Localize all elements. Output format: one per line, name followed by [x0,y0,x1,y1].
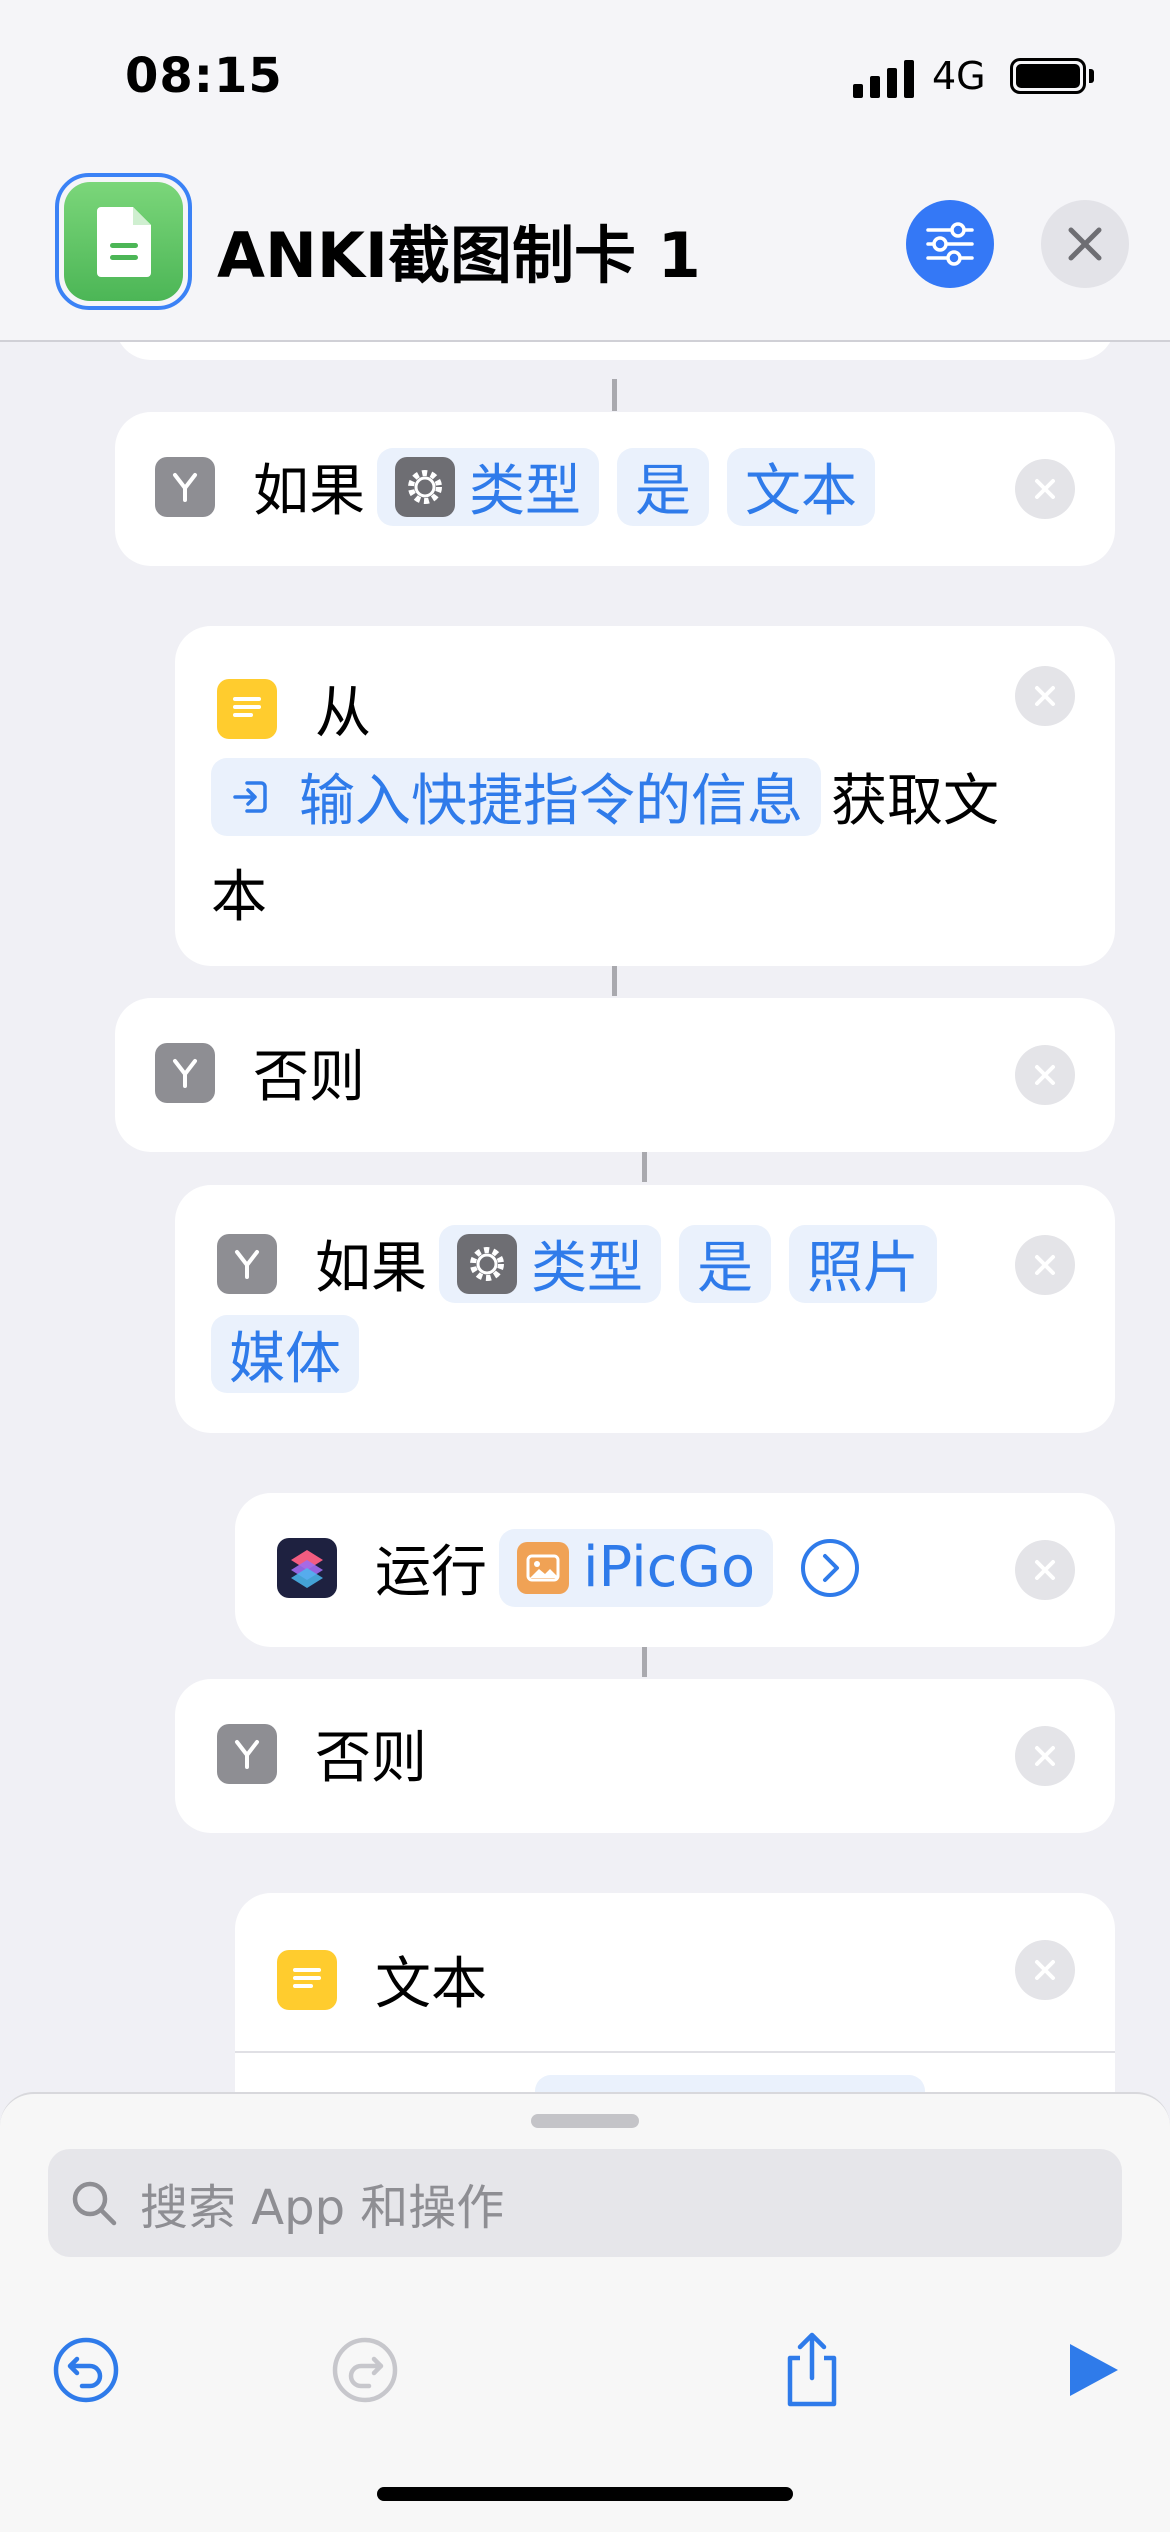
photo-icon [517,1541,569,1594]
if-card-1[interactable]: 如果 类型 是 文本 [115,412,1115,566]
battery-tip [1089,69,1094,83]
battery-icon [1010,58,1086,94]
get-text-suffix: 获取文 [831,769,999,834]
remove-action-button[interactable] [1015,1045,1075,1105]
shortcut-icon-button[interactable] [55,173,192,310]
otherwise-keyword: 否则 [253,1045,365,1110]
close-icon [1035,1960,1055,1980]
branch-icon [155,456,215,517]
text-keyword: 文本 [375,1952,487,2017]
status-bar: 08:15 4G [0,0,1170,160]
search-input[interactable]: 搜索 App 和操作 [48,2149,1122,2257]
share-button[interactable] [772,2330,852,2410]
run-shortcut-card[interactable]: 运行 iPicGo [235,1493,1115,1647]
workflow-canvas[interactable]: 如果 类型 是 文本 从 输入快捷指令的信息 获取文 本 否则 如果 类型 是 … [0,342,1170,2092]
undo-icon [53,2337,119,2403]
remove-action-button[interactable] [1015,1235,1075,1295]
run-keyword: 运行 [375,1540,487,1605]
otherwise-card-1[interactable]: 否则 [115,998,1115,1152]
operator-token[interactable]: 是 [617,447,709,526]
sliders-icon [926,222,974,266]
chevron-right-circle-icon[interactable] [799,1537,861,1599]
branch-icon [155,1042,215,1103]
if-keyword: 如果 [253,459,365,524]
close-icon [1035,1560,1055,1580]
otherwise-card-2[interactable]: 否则 [175,1679,1115,1833]
if-keyword: 如果 [315,1236,427,1301]
remove-action-button[interactable] [1015,666,1075,726]
operator-token[interactable]: 是 [679,1224,771,1303]
home-indicator [377,2487,793,2501]
input-arrow-icon [233,780,267,813]
remove-action-button[interactable] [1015,1726,1075,1786]
if-card-2[interactable]: 如果 类型 是 照片 媒体 [175,1185,1115,1433]
remove-action-button[interactable] [1015,459,1075,519]
search-icon [72,2181,117,2226]
close-icon [1035,686,1055,706]
settings-button[interactable] [906,200,994,288]
shortcut-input-token[interactable]: 输入快捷指令的信息 [211,757,821,836]
share-icon [787,2332,837,2407]
branch-icon [217,1723,277,1784]
redo-button[interactable] [325,2330,405,2410]
close-icon [1035,1746,1055,1766]
close-icon [1035,1255,1055,1275]
value-token[interactable]: 文本 [727,447,875,526]
close-icon [1068,227,1102,261]
gear-icon [395,456,455,517]
text-card[interactable]: 文本 [235,1893,1115,2092]
text-doc-icon [217,678,277,739]
remove-action-button[interactable] [1015,1540,1075,1600]
type-token[interactable]: 类型 [439,1224,661,1303]
value-token-continued[interactable]: 媒体 [211,1315,359,1393]
shortcut-token[interactable]: iPicGo [499,1528,774,1607]
type-token[interactable]: 类型 [377,447,599,526]
connector-line [642,1647,647,1677]
shortcut-header: ANKI截图制卡 1 [0,160,1170,342]
sheet-grabber[interactable] [531,2114,639,2128]
otherwise-keyword: 否则 [315,1726,427,1791]
play-icon [1070,2344,1118,2396]
close-icon [1035,1065,1055,1085]
document-icon [64,182,183,301]
close-icon [1035,479,1055,499]
redo-icon [332,2337,398,2403]
connector-line [612,966,617,996]
get-text-suffix-2: 本 [211,865,267,930]
remove-action-button[interactable] [1015,1940,1075,2000]
value-token[interactable]: 照片 [789,1224,937,1303]
text-doc-icon [277,1949,337,2010]
close-button[interactable] [1041,200,1129,288]
branch-icon [217,1233,277,1294]
signal-icon [853,58,915,98]
run-button[interactable] [1052,2330,1132,2410]
gear-icon [457,1233,517,1294]
shortcuts-app-icon [277,1537,337,1598]
shortcut-title[interactable]: ANKI截图制卡 1 [217,205,701,295]
connector-line [642,1152,647,1182]
get-text-prefix: 从 [315,681,371,746]
network-type: 4G [932,54,986,98]
connector-line [612,379,617,411]
card-divider [235,2051,1115,2053]
get-text-card[interactable]: 从 输入快捷指令的信息 获取文 本 [175,626,1115,966]
action-card-partial[interactable] [115,342,1115,360]
undo-button[interactable] [46,2330,126,2410]
status-time: 08:15 [125,48,283,104]
text-field-partial[interactable] [535,2075,925,2092]
search-placeholder: 搜索 App 和操作 [140,2180,505,2236]
